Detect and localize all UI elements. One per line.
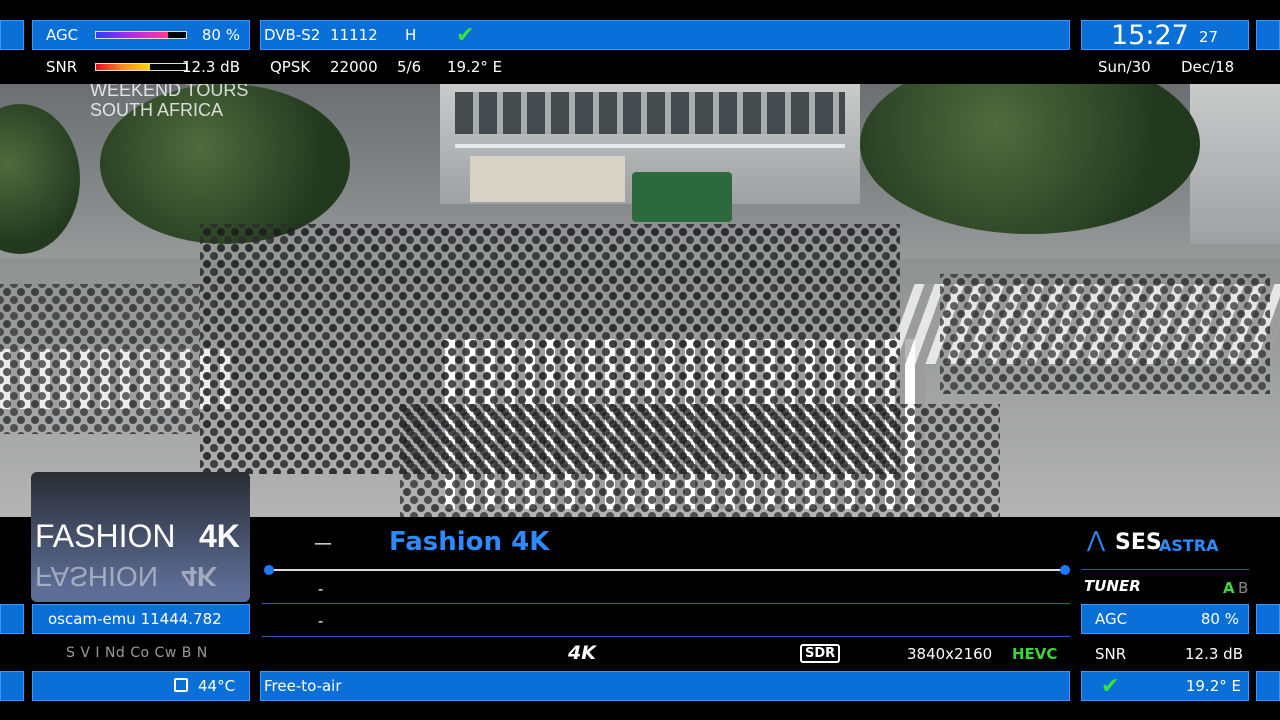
agc-value: 80 % bbox=[201, 26, 240, 44]
agc-meter bbox=[95, 31, 187, 39]
ca-systems: S V I Nd Co Cw B N bbox=[32, 640, 250, 666]
video-frame: WEEKEND TOURS SOUTH AFRICA bbox=[0, 84, 1280, 517]
tuner-snr-value: 12.3 dB bbox=[1185, 645, 1243, 663]
edge-tab-left-mid bbox=[0, 604, 24, 634]
fec: 5/6 bbox=[397, 58, 422, 76]
transponder-panel: DVB-S2 11112 H ✔ bbox=[260, 20, 1070, 50]
lock-check-icon: ✔ bbox=[456, 23, 475, 48]
ca-systems-list: S V I Nd Co Cw B N bbox=[66, 645, 208, 661]
clock-seconds: 27 bbox=[1199, 28, 1219, 46]
channel-title-bar: — Fashion 4K bbox=[262, 519, 1070, 567]
tuner-row: TUNER A B bbox=[1081, 575, 1249, 599]
logo-text-front: FASHION bbox=[35, 518, 176, 554]
channel-logo-box: FASHION 4K FASHION 4K bbox=[31, 472, 250, 602]
tuner-lock-check-icon: ✔ bbox=[1101, 674, 1120, 699]
epg-now: - bbox=[318, 580, 324, 598]
provider-logo: ⋀ SES ASTRA bbox=[1083, 528, 1253, 560]
snr-label: SNR bbox=[46, 58, 78, 76]
modulation: QPSK bbox=[270, 58, 311, 76]
tuner-label: TUNER bbox=[1084, 577, 1141, 595]
temperature-panel: 44°C bbox=[32, 671, 250, 701]
tuner-a-active: A bbox=[1223, 579, 1235, 597]
snr-meter bbox=[95, 63, 187, 71]
video-watermark: WEEKEND TOURS SOUTH AFRICA bbox=[90, 84, 249, 120]
clock-time: 15:27 bbox=[1111, 20, 1189, 51]
edge-tab-left-bottom bbox=[0, 671, 24, 701]
progress-end-dot bbox=[1060, 565, 1070, 575]
tuner-agc-value: 80 % bbox=[1200, 610, 1239, 628]
encryption-panel: Free-to-air bbox=[260, 671, 1070, 701]
encryption-status: Free-to-air bbox=[264, 677, 342, 695]
video-codec: HEVC bbox=[1012, 645, 1058, 663]
green-tram bbox=[632, 172, 732, 222]
frequency: 11112 bbox=[330, 26, 378, 44]
logo-reflection-front: FASHION 4K bbox=[35, 561, 218, 592]
tuner-position-panel: ✔ 19.2° E bbox=[1081, 671, 1249, 701]
polarization: H bbox=[405, 26, 417, 44]
tuner-b: B bbox=[1238, 579, 1249, 597]
resolution-badge: 4K bbox=[568, 642, 596, 664]
tuner-position: 19.2° E bbox=[1185, 677, 1241, 695]
cpu-temperature: 44°C bbox=[198, 677, 236, 695]
cam-emu: oscam-emu 11444.782 bbox=[48, 610, 222, 628]
progress-line bbox=[268, 569, 1066, 571]
edge-tab-right-mid bbox=[1256, 604, 1280, 634]
tuner-snr-row: SNR 12.3 dB bbox=[1081, 640, 1249, 666]
symbol-rate: 22000 bbox=[330, 58, 378, 76]
orbital-position: 19.2° E bbox=[447, 58, 503, 76]
tuner-snr-label: SNR bbox=[1095, 645, 1127, 663]
snr-meter-fill bbox=[96, 64, 150, 70]
clock-panel: 15:27 27 bbox=[1081, 20, 1249, 50]
progress-start-dot bbox=[264, 565, 274, 575]
snr-value: 12.3 dB bbox=[182, 58, 240, 76]
delivery-system: DVB-S2 bbox=[264, 26, 321, 44]
format-row: 4K SDR 3840x2160 HEVC bbox=[262, 640, 1070, 668]
agc-panel: AGC 80 % bbox=[32, 20, 250, 50]
tuner-agc-panel: AGC 80 % bbox=[1081, 604, 1249, 634]
tuner-agc-label: AGC bbox=[1095, 610, 1128, 628]
channel-name: Fashion 4K bbox=[389, 527, 550, 557]
provider-brand-main: SES bbox=[1115, 530, 1162, 555]
date-panel: Sun/30 Dec/18 bbox=[1081, 56, 1249, 80]
epg-next: - bbox=[318, 612, 324, 630]
logo-suffix-front: 4K bbox=[199, 518, 240, 554]
billboard bbox=[470, 156, 625, 202]
video-size: 3840x2160 bbox=[907, 645, 993, 663]
date-month: Dec/18 bbox=[1181, 58, 1235, 76]
ses-chevron-icon: ⋀ bbox=[1087, 528, 1106, 553]
trees-right bbox=[860, 84, 1200, 234]
edge-tab-left-top bbox=[0, 20, 24, 50]
agc-meter-fill bbox=[96, 32, 168, 38]
channel-dash: — bbox=[314, 533, 332, 554]
edge-tab-right-top bbox=[1256, 20, 1280, 50]
building-windows bbox=[455, 92, 845, 134]
dynamic-range-badge: SDR bbox=[800, 644, 841, 663]
cam-panel: oscam-emu 11444.782 bbox=[32, 604, 250, 634]
provider-brand-sub: ASTRA bbox=[1159, 536, 1219, 555]
tuning-params: QPSK 22000 5/6 19.2° E bbox=[260, 56, 1070, 80]
snr-panel: SNR 12.3 dB bbox=[32, 56, 250, 80]
cpu-chip-icon bbox=[174, 678, 188, 692]
date-day: Sun/30 bbox=[1098, 58, 1151, 76]
agc-label: AGC bbox=[46, 26, 79, 44]
edge-tab-right-bottom bbox=[1256, 671, 1280, 701]
